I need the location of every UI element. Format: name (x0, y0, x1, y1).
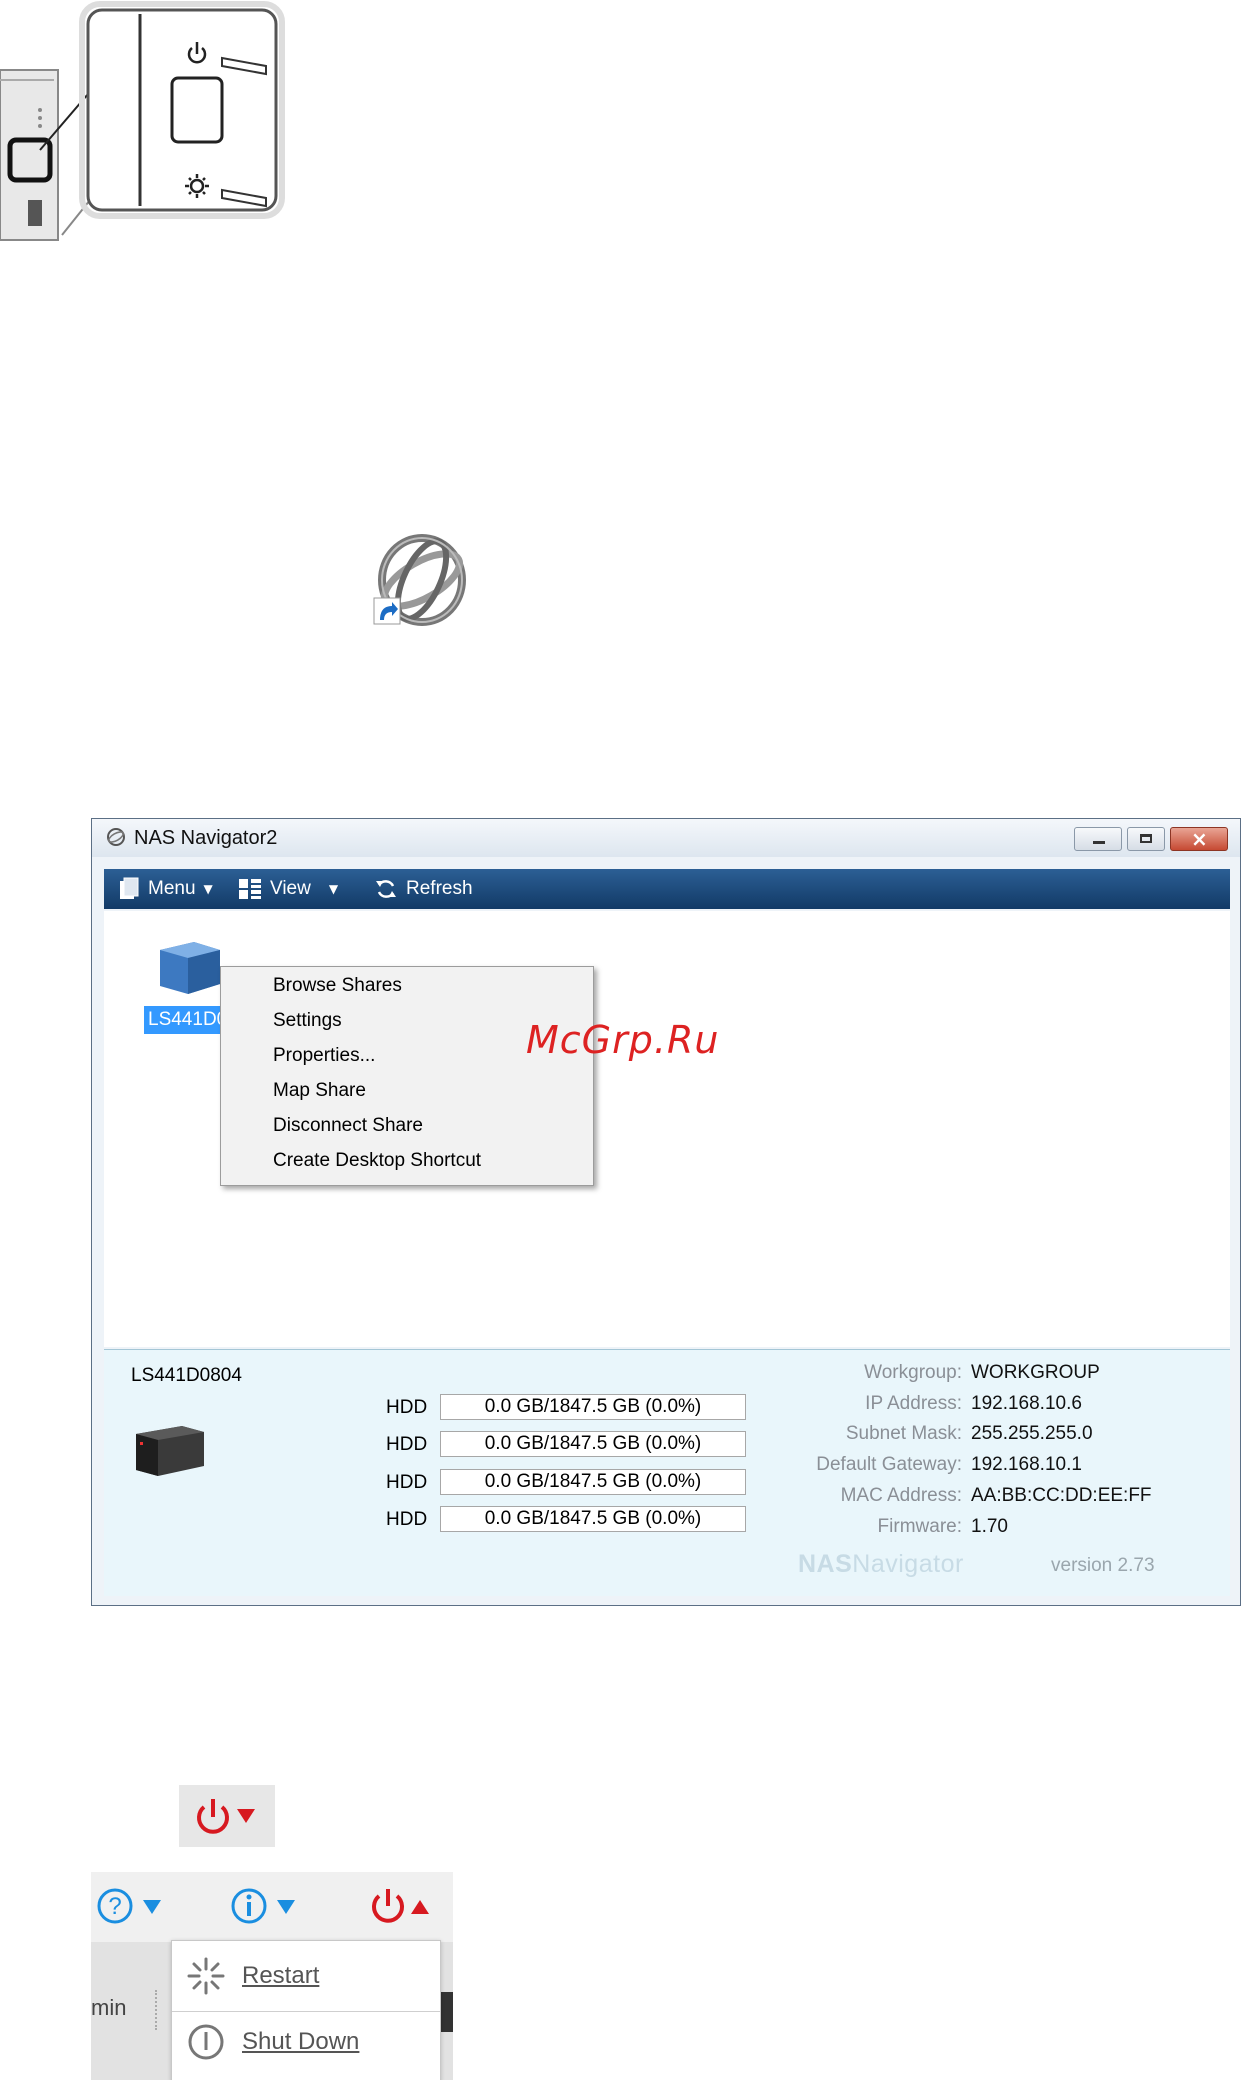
hdd-label: HDD (386, 1472, 428, 1493)
logo-bold: NAS (798, 1550, 853, 1578)
chevron-up-icon (411, 1900, 429, 1914)
menu-item-browse-shares[interactable]: Browse Shares (273, 975, 402, 997)
menu-item-disconnect-share[interactable]: Disconnect Share (273, 1115, 423, 1137)
chevron-down-icon: ▼ (203, 882, 213, 896)
title-bar: NAS Navigator2 × (92, 819, 1240, 857)
chevron-down-icon (237, 1809, 255, 1823)
default-gateway-value: 192.168.10.1 (971, 1454, 1082, 1475)
watermark: McGrp.Ru (526, 1018, 720, 1062)
admin-tab-label[interactable]: min (91, 1995, 126, 2021)
view-label: View (270, 878, 311, 899)
menu-item-settings[interactable]: Settings (273, 1010, 342, 1032)
device-list: LS441D0804 Browse Shares Settings Proper… (104, 911, 1230, 1347)
close-icon: × (1191, 827, 1208, 851)
minimize-button[interactable] (1074, 827, 1122, 851)
hdd-label: HDD (386, 1509, 428, 1530)
version-label: version 2.73 (1051, 1555, 1155, 1576)
close-button[interactable]: × (1170, 827, 1228, 851)
workgroup-key: Workgroup: (864, 1362, 962, 1383)
nas-navigator-icon[interactable] (362, 530, 472, 635)
nas-navigator-logo: NASNavigator (798, 1550, 964, 1579)
chevron-down-icon: ▼ (328, 882, 339, 896)
device-front-panel-illustration (0, 1, 285, 241)
mac-address-key: MAC Address: (840, 1485, 962, 1506)
nas-navigator-window: NAS Navigator2 × Menu ▼ View ▼ Refresh L… (91, 818, 1241, 1606)
refresh-label: Refresh (406, 878, 473, 899)
shutdown-menu-item[interactable]: Shut Down (186, 2015, 359, 2069)
firmware-key: Firmware: (877, 1516, 962, 1537)
menu-button[interactable]: Menu ▼ (118, 869, 213, 909)
firmware-value: 1.70 (971, 1516, 1008, 1537)
device-name: LS441D0804 (131, 1365, 242, 1386)
menu-label: Menu (148, 878, 196, 899)
power-icon (197, 1799, 255, 1834)
info-icon[interactable] (229, 1886, 313, 1926)
mac-address-value: AA:BB:CC:DD:EE:FF (971, 1485, 1152, 1506)
svg-text:?: ? (108, 1893, 121, 1920)
minimize-icon (1093, 841, 1105, 844)
view-grid-icon (239, 879, 261, 899)
device-info-panel: LS441D0804 HDD 0.0 GB/1847.5 GB (0.0%) H… (104, 1349, 1230, 1596)
context-menu: Browse Shares Settings Properties... Map… (220, 966, 594, 1186)
nas-navigator-small-icon (107, 828, 125, 846)
window-title: NAS Navigator2 (134, 827, 278, 849)
web-ui-toolbar: ? (91, 1872, 453, 1942)
restart-icon (187, 1957, 225, 1995)
dropdown-separator (172, 2011, 440, 2012)
maximize-button[interactable] (1127, 827, 1165, 851)
refresh-button[interactable]: Refresh (374, 869, 473, 909)
shutdown-label: Shut Down (242, 2028, 360, 2055)
ip-address-value: 192.168.10.6 (971, 1393, 1082, 1414)
power-icon[interactable] (367, 1886, 451, 1926)
subnet-mask-key: Subnet Mask: (845, 1423, 962, 1444)
menu-item-create-desktop-shortcut[interactable]: Create Desktop Shortcut (273, 1150, 481, 1172)
refresh-icon (376, 880, 396, 898)
nas-device-icon[interactable] (154, 936, 224, 996)
view-button[interactable]: View ▼ (238, 869, 338, 909)
workgroup-value: WORKGROUP (971, 1362, 1100, 1383)
help-icon[interactable]: ? (95, 1886, 179, 1926)
separator (155, 1990, 157, 2030)
hdd-label: HDD (386, 1434, 428, 1455)
web-ui-header: ? min Restart Shut Down (91, 1872, 453, 2080)
ip-address-key: IP Address: (865, 1393, 962, 1414)
menu-icon (120, 877, 139, 899)
hdd-label: HDD (386, 1397, 428, 1418)
maximize-icon (1140, 834, 1152, 843)
power-dropdown: Restart Shut Down (171, 1940, 441, 2080)
restart-label: Restart (242, 1962, 320, 1989)
nas-device-image (136, 1426, 204, 1476)
default-gateway-key: Default Gateway: (816, 1454, 962, 1475)
restart-menu-item[interactable]: Restart (186, 1949, 319, 2003)
device-list-item[interactable]: LS441D0804 (144, 1006, 232, 1034)
toolbar: Menu ▼ View ▼ Refresh (104, 869, 1230, 909)
power-menu-button[interactable] (179, 1785, 275, 1847)
logo-light: Navigator (852, 1550, 964, 1578)
shutdown-icon (188, 2024, 224, 2060)
menu-item-properties[interactable]: Properties... (273, 1045, 375, 1067)
subnet-mask-value: 255.255.255.0 (971, 1423, 1093, 1444)
menu-item-map-share[interactable]: Map Share (273, 1080, 366, 1102)
